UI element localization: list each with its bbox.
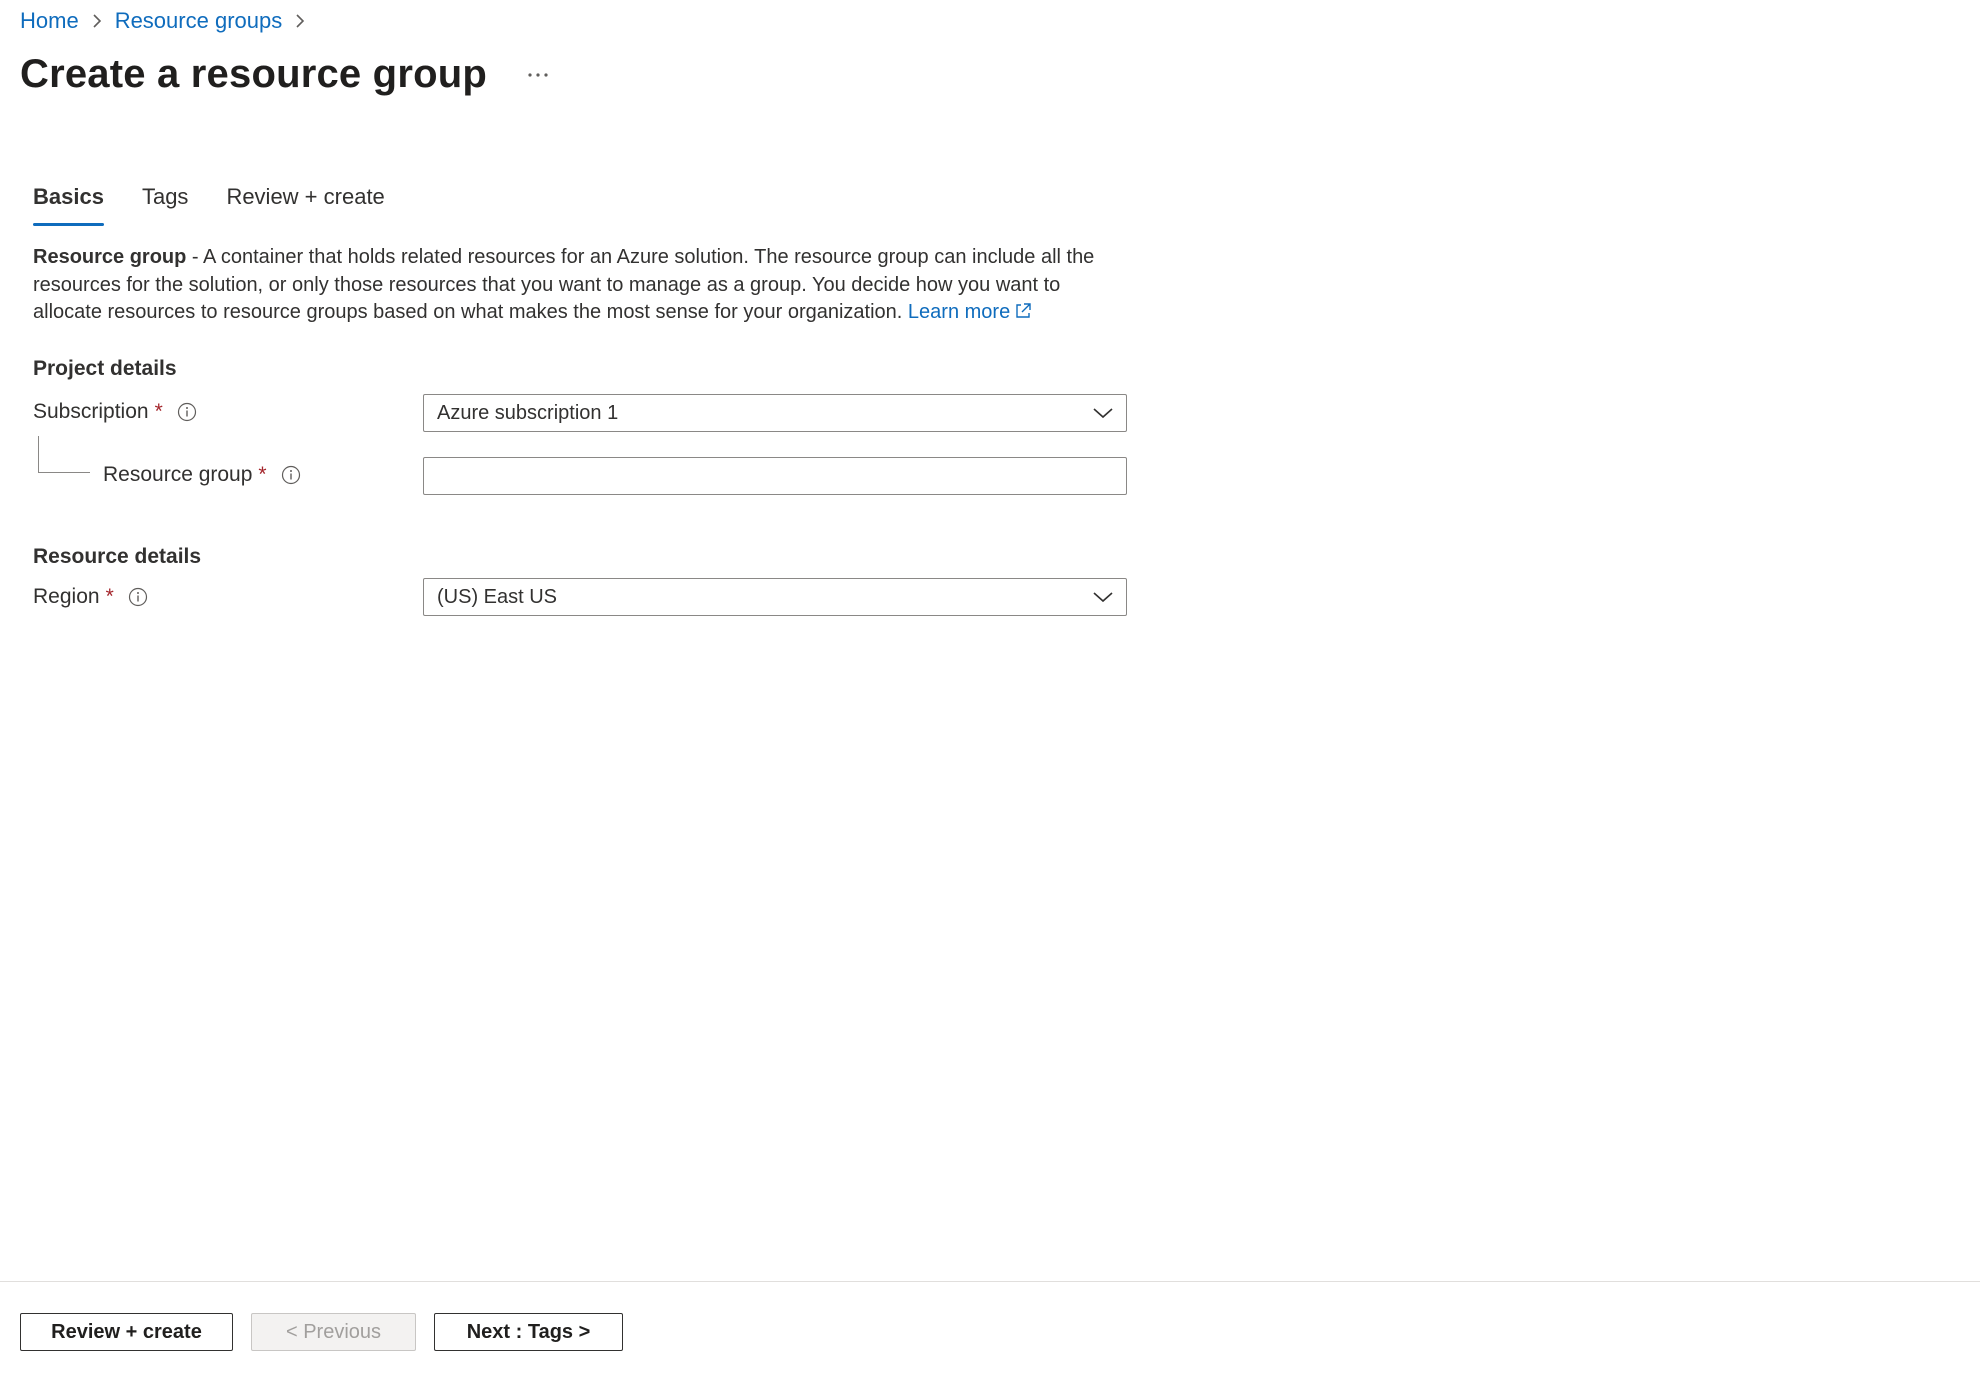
breadcrumb-resource-groups-link[interactable]: Resource groups bbox=[115, 8, 283, 34]
tab-basics[interactable]: Basics bbox=[33, 184, 104, 226]
required-asterisk: * bbox=[105, 585, 114, 608]
resource-group-input[interactable] bbox=[423, 457, 1127, 495]
tab-review-create[interactable]: Review + create bbox=[226, 184, 384, 222]
required-asterisk: * bbox=[258, 463, 267, 486]
subscription-label-row: Subscription * bbox=[33, 400, 197, 424]
region-label: Region bbox=[33, 585, 100, 608]
learn-more-label: Learn more bbox=[907, 301, 1011, 323]
description: Resource group - A container that holds … bbox=[33, 244, 1133, 329]
description-bold: Resource group bbox=[33, 246, 187, 268]
region-label-row: Region * bbox=[33, 585, 148, 609]
info-icon[interactable] bbox=[128, 587, 148, 607]
required-asterisk: * bbox=[154, 400, 163, 423]
tree-connector bbox=[38, 436, 90, 473]
learn-more-link[interactable]: Learn more bbox=[908, 301, 1032, 323]
chevron-down-icon bbox=[1092, 590, 1114, 604]
subscription-label: Subscription bbox=[33, 400, 149, 423]
title-row: Create a resource group bbox=[20, 52, 553, 97]
more-icon[interactable] bbox=[523, 60, 553, 90]
tab-tags[interactable]: Tags bbox=[142, 184, 188, 222]
info-icon[interactable] bbox=[177, 402, 197, 422]
resource-group-label-row: Resource group * bbox=[103, 463, 301, 487]
resource-group-label: Resource group bbox=[103, 463, 253, 486]
next-tags-button[interactable]: Next : Tags > bbox=[434, 1313, 623, 1351]
breadcrumb: Home Resource groups bbox=[20, 8, 318, 34]
chevron-right-icon bbox=[91, 13, 103, 29]
previous-button[interactable]: < Previous bbox=[251, 1313, 416, 1351]
breadcrumb-home-link[interactable]: Home bbox=[20, 8, 79, 34]
region-value: (US) East US bbox=[437, 585, 558, 608]
project-details-heading: Project details bbox=[33, 357, 177, 380]
resource-details-heading: Resource details bbox=[33, 545, 202, 568]
chevron-down-icon bbox=[1092, 406, 1114, 420]
footer-divider bbox=[0, 1281, 1980, 1282]
info-icon[interactable] bbox=[281, 465, 301, 485]
tab-bar: Basics Tags Review + create bbox=[33, 184, 423, 226]
subscription-dropdown[interactable]: Azure subscription 1 bbox=[423, 394, 1127, 432]
chevron-right-icon bbox=[294, 13, 306, 29]
region-dropdown[interactable]: (US) East US bbox=[423, 578, 1127, 616]
subscription-value: Azure subscription 1 bbox=[437, 401, 619, 424]
external-link-icon bbox=[1014, 301, 1032, 329]
page-title: Create a resource group bbox=[20, 52, 487, 96]
review-create-button[interactable]: Review + create bbox=[20, 1313, 233, 1351]
